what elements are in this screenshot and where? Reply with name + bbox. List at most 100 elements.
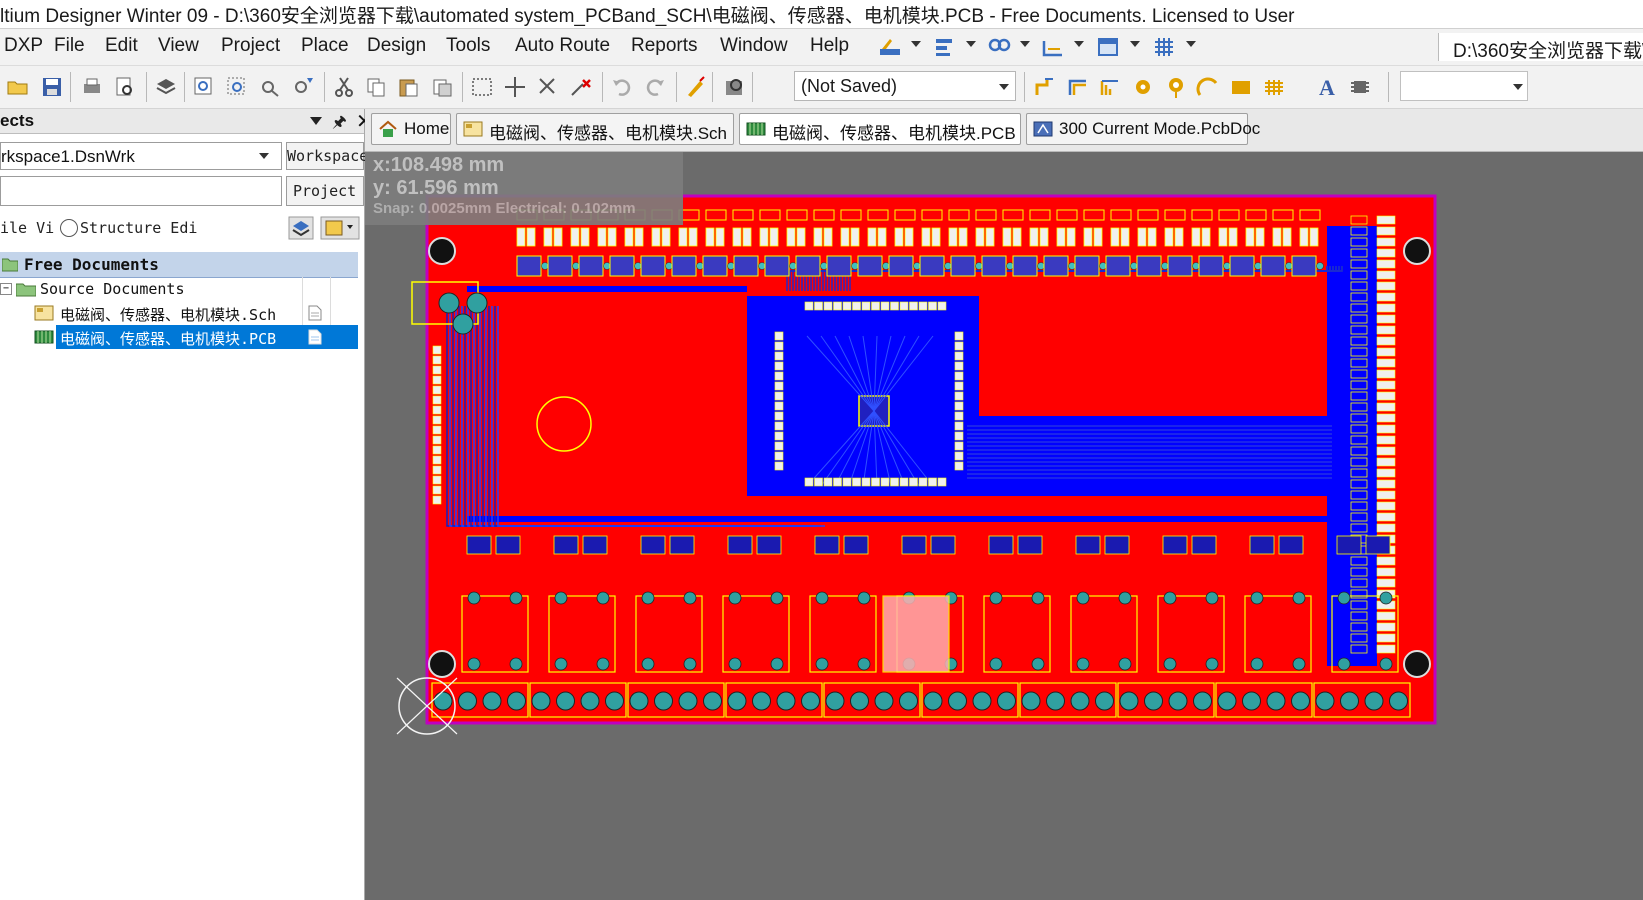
tab-schematic[interactable]: 电磁阀、传感器、电机模块.Sch — [456, 113, 734, 145]
smd-pad — [1376, 292, 1396, 302]
menu-design[interactable]: Design — [367, 35, 426, 57]
menu-reports[interactable]: Reports — [631, 35, 698, 57]
power-jack-pad — [438, 292, 460, 314]
save-icon[interactable] — [40, 75, 64, 99]
browse-components-icon[interactable] — [722, 75, 746, 99]
header-pad — [954, 451, 964, 461]
interactive-route-icon[interactable] — [1033, 75, 1057, 99]
via — [1223, 262, 1231, 270]
multi-route-icon[interactable] — [1098, 75, 1122, 99]
menu-window[interactable]: Window — [720, 35, 788, 57]
document-path-field[interactable]: D:\360安全浏览器下载\ — [1438, 33, 1643, 62]
tree-column-divider — [330, 301, 331, 325]
structure-editor-option[interactable]: Structure Edi — [80, 219, 197, 237]
header-pad — [774, 431, 784, 441]
place-dimension-icon[interactable] — [1041, 35, 1065, 59]
select-area-icon[interactable] — [470, 75, 494, 99]
tree-item-pcb[interactable]: 电磁阀、传感器、电机模块.PCB — [0, 325, 358, 349]
snap-dropdown-icon[interactable] — [1513, 84, 1523, 90]
place-via-icon[interactable] — [1164, 75, 1188, 99]
structure-editor-radio[interactable] — [60, 219, 78, 237]
paste-icon[interactable] — [396, 75, 420, 99]
layers-icon[interactable] — [154, 75, 178, 99]
deselect-all-icon[interactable] — [536, 75, 560, 99]
place-pad-icon[interactable] — [1131, 75, 1155, 99]
tree-item-source-documents[interactable]: − Source Documents — [0, 277, 358, 301]
tab-home[interactable]: Home — [371, 113, 451, 145]
menu-help[interactable]: Help — [810, 35, 849, 57]
rubber-stamp-icon[interactable] — [430, 75, 454, 99]
snap-select[interactable] — [1400, 71, 1528, 101]
workspace-tools-icon[interactable] — [288, 216, 314, 240]
menu-edit[interactable]: Edit — [105, 35, 138, 57]
toolbar-separator — [1388, 72, 1389, 102]
tree-item-schematic[interactable]: 电磁阀、传感器、电机模块.Sch — [0, 301, 358, 325]
menu-file[interactable]: File — [54, 35, 85, 57]
via — [851, 262, 859, 270]
via — [1006, 262, 1014, 270]
menu-view[interactable]: View — [158, 35, 199, 57]
place-fill-icon[interactable] — [1229, 75, 1253, 99]
utilities-icon[interactable] — [878, 35, 902, 59]
collapse-icon[interactable]: − — [0, 283, 12, 295]
pin-icon[interactable]: 🖈 — [332, 111, 347, 138]
project-button[interactable]: Project — [286, 176, 364, 206]
workspace-select[interactable]: rkspace1.DsnWrk — [0, 142, 282, 170]
room-icon[interactable] — [1096, 35, 1120, 59]
align-icon[interactable] — [933, 35, 957, 59]
grid-dropdown-icon[interactable] — [1186, 41, 1196, 47]
cross-probe-icon[interactable] — [684, 75, 708, 99]
project-field[interactable] — [0, 176, 282, 206]
align-dropdown-icon[interactable] — [966, 41, 976, 47]
header-pad — [432, 465, 442, 475]
grid-icon[interactable] — [1152, 35, 1176, 59]
find-dropdown-icon[interactable] — [1020, 41, 1030, 47]
utilities-dropdown-icon[interactable] — [911, 41, 921, 47]
zoom-selected-icon[interactable] — [258, 75, 282, 99]
place-arc-icon[interactable] — [1196, 75, 1220, 99]
cut-icon[interactable] — [332, 75, 356, 99]
room-dropdown-icon[interactable] — [1130, 41, 1140, 47]
print-icon[interactable] — [80, 75, 104, 99]
relay-pad — [728, 591, 742, 605]
place-polygon-icon[interactable] — [1262, 75, 1286, 99]
file-view-option[interactable]: ile Vi — [0, 219, 54, 237]
copy-icon[interactable] — [364, 75, 388, 99]
tree-item-free-documents[interactable]: Free Documents — [0, 252, 358, 278]
smd-pad — [1376, 248, 1396, 258]
open-folder-icon[interactable] — [6, 75, 30, 99]
place-string-icon[interactable]: A — [1315, 75, 1339, 99]
panel-menu-dropdown-icon[interactable] — [310, 117, 322, 125]
workspace-dropdown-icon[interactable] — [259, 153, 269, 159]
tab-pcb[interactable]: 电磁阀、传感器、电机模块.PCB — [739, 113, 1021, 145]
project-options-icon[interactable] — [320, 216, 360, 240]
zoom-fit-icon[interactable] — [192, 75, 216, 99]
move-icon[interactable] — [503, 75, 527, 99]
find-selection-icon[interactable] — [987, 35, 1011, 59]
view-configuration-select[interactable]: (Not Saved) — [794, 71, 1016, 101]
menu-place[interactable]: Place — [301, 35, 349, 57]
view-configuration-dropdown-icon[interactable] — [999, 84, 1009, 90]
smd-pad — [1039, 227, 1049, 247]
undo-icon[interactable] — [610, 75, 634, 99]
menu-tools[interactable]: Tools — [446, 35, 490, 57]
dimension-dropdown-icon[interactable] — [1074, 41, 1084, 47]
header-pad — [774, 461, 784, 471]
pcb-editor-canvas[interactable]: x:108.498 mm y: 61.596 mm Snap: 0.0025mm… — [365, 152, 1643, 900]
menu-auto-route[interactable]: Auto Route — [515, 35, 610, 57]
workspace-button[interactable]: Workspace — [286, 142, 368, 170]
menu-dxp[interactable]: DXP — [4, 35, 43, 57]
zoom-area-icon[interactable] — [225, 75, 249, 99]
place-component-icon[interactable] — [1348, 75, 1372, 99]
header-pad — [774, 391, 784, 401]
smd-pad — [1282, 227, 1292, 247]
differential-pair-route-icon[interactable] — [1066, 75, 1090, 99]
pcb-board-view[interactable] — [365, 152, 1643, 900]
redo-icon[interactable] — [643, 75, 667, 99]
clear-filter-icon[interactable] — [569, 75, 593, 99]
print-preview-icon[interactable] — [113, 75, 137, 99]
tab-pcbdoc[interactable]: 300 Current Mode.PcbDoc — [1026, 113, 1260, 145]
menu-project[interactable]: Project — [221, 35, 280, 57]
header-pad — [899, 301, 909, 311]
zoom-filtered-icon[interactable] — [291, 75, 315, 99]
